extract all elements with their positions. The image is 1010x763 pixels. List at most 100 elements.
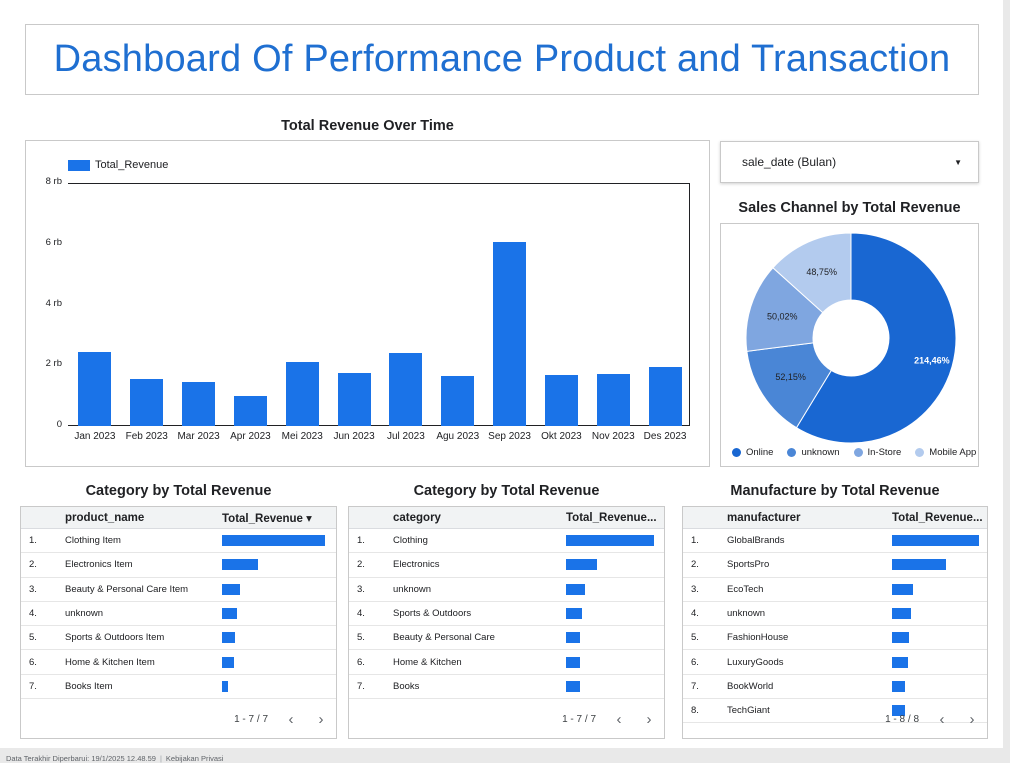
table-row[interactable]: 5. Sports & Outdoors Item — [21, 626, 336, 651]
revenue-bar-chart[interactable]: Total_Revenue 02 rb 4 rb 6 rb 8 rb Jan 2023 F… — [25, 140, 710, 467]
revenue-bar[interactable] — [285, 362, 319, 426]
row-index: 5. — [357, 632, 365, 644]
y-tick-label: 8 rb — [45, 176, 62, 187]
column-header-metric[interactable]: Total_Revenue... — [892, 512, 983, 524]
revenue-bar[interactable] — [337, 372, 371, 426]
caret-down-icon: ▼ — [954, 157, 962, 167]
row-label: SportsPro — [727, 559, 770, 571]
table-row[interactable]: 2. Electronics — [349, 553, 664, 578]
column-header-metric[interactable]: Total_Revenue... — [566, 512, 657, 524]
table-row[interactable]: 2. SportsPro — [683, 553, 987, 578]
row-index: 7. — [357, 680, 365, 692]
revenue-bar[interactable] — [130, 378, 164, 426]
legend-dot — [787, 448, 797, 457]
row-label: TechGiant — [727, 705, 770, 717]
table-title: Category by Total Revenue — [85, 483, 272, 499]
date-range-control[interactable]: sale_date (Bulan) ▼ — [720, 141, 979, 183]
table-header: manufacturer Total_Revenue... — [683, 507, 987, 529]
revenue-bar[interactable] — [493, 242, 527, 426]
table-row[interactable]: 4. unknown — [683, 602, 987, 627]
data-table[interactable]: manufacturer Total_Revenue... 1. GlobalBran… — [682, 506, 988, 739]
revenue-bar[interactable] — [233, 395, 267, 426]
table-row[interactable]: 3. EcoTech — [683, 578, 987, 602]
table-title: Manufacture by Total Revenue — [730, 483, 940, 499]
row-value-bar — [222, 559, 325, 571]
table-row[interactable]: 7. Books — [349, 675, 664, 700]
revenue-bar[interactable] — [389, 353, 423, 426]
revenue-bar[interactable] — [596, 374, 630, 426]
table-title: Category by Total Revenue — [413, 483, 600, 499]
table-row[interactable]: 1. Clothing — [349, 529, 664, 554]
chevron-right-icon[interactable]: › — [634, 711, 664, 728]
row-index: 7. — [691, 680, 699, 692]
table-row[interactable]: 1. GlobalBrands — [683, 529, 987, 554]
pie-legend-item[interactable]: Mobile App — [915, 447, 976, 458]
row-label: Beauty & Personal Care Item — [65, 583, 189, 595]
pie-svg: 214,46% 52,15% 50,02% 48,75% — [745, 232, 957, 444]
revenue-bar[interactable] — [544, 375, 578, 426]
row-value-bar — [566, 632, 654, 644]
chevron-right-icon[interactable]: › — [306, 711, 336, 728]
pager-text: 1 - 8 / 8 — [885, 714, 919, 725]
table-header: category Total_Revenue... — [349, 507, 664, 529]
row-label: Clothing — [393, 535, 428, 547]
table-row[interactable]: 6. Home & Kitchen Item — [21, 650, 336, 675]
table-row[interactable]: 3. Beauty & Personal Care Item — [21, 578, 336, 602]
pie-value-label: 214,46% — [914, 356, 950, 366]
row-label: Electronics Item — [65, 559, 133, 571]
table-row[interactable]: 6. LuxuryGoods — [683, 650, 987, 675]
column-header-metric[interactable]: Total_Revenue ▾ — [222, 511, 312, 525]
privacy-link[interactable]: Kebijakan Privasi — [166, 754, 224, 763]
pie-legend-item[interactable]: Online — [732, 447, 773, 458]
row-index: 6. — [29, 656, 37, 668]
table-row[interactable]: 5. FashionHouse — [683, 626, 987, 651]
revenue-bar[interactable] — [648, 366, 682, 426]
table-row[interactable]: 6. Home & Kitchen — [349, 650, 664, 675]
bar-fill — [566, 656, 580, 668]
row-value-bar — [222, 608, 325, 620]
revenue-bar[interactable] — [182, 381, 216, 426]
table-row[interactable]: 1. Clothing Item — [21, 529, 336, 554]
chevron-left-icon[interactable]: ‹ — [276, 711, 306, 728]
column-header-dimension[interactable]: manufacturer — [727, 512, 892, 524]
bar-legend[interactable]: Total_Revenue — [68, 159, 168, 171]
chevron-left-icon[interactable]: ‹ — [604, 711, 634, 728]
row-label: Beauty & Personal Care — [393, 632, 495, 644]
row-index: 1. — [29, 535, 37, 547]
table-row[interactable]: 2. Electronics Item — [21, 553, 336, 578]
table-row[interactable]: 7. Books Item — [21, 675, 336, 700]
sales-channel-pie-chart[interactable]: 214,46% 52,15% 50,02% 48,75% — [720, 223, 979, 467]
chevron-right-icon[interactable]: › — [957, 711, 987, 728]
column-header-dimension[interactable]: category — [393, 512, 566, 524]
revenue-bar[interactable] — [78, 351, 112, 426]
legend-dot — [853, 448, 863, 457]
data-table[interactable]: category Total_Revenue... 1. Clothing 2. Elec… — [348, 506, 665, 739]
bar-fill — [892, 656, 909, 668]
row-value-bar — [222, 535, 325, 547]
row-value-bar — [222, 583, 325, 595]
row-value-bar — [222, 656, 325, 668]
table-pager: 1 - 7 / 7 ‹ › — [562, 711, 664, 728]
row-label: Books Item — [65, 680, 113, 692]
pie-legend-item[interactable]: In-Store — [853, 447, 901, 458]
row-index: 2. — [691, 559, 699, 571]
legend-dot — [732, 448, 741, 457]
row-label: Home & Kitchen — [393, 656, 462, 668]
table-row[interactable]: 4. unknown — [21, 602, 336, 627]
pie-legend-item[interactable]: unknown — [787, 447, 840, 458]
bar-fill — [222, 535, 325, 547]
table-row[interactable]: 3. unknown — [349, 578, 664, 602]
data-table[interactable]: product_name Total_Revenue ▾ 1. Clothing It… — [20, 506, 337, 739]
pie-legend-label: Mobile App — [929, 447, 977, 458]
row-value-bar — [222, 680, 325, 692]
bar-fill — [566, 632, 581, 644]
table-row[interactable]: 5. Beauty & Personal Care — [349, 626, 664, 651]
row-index: 4. — [691, 608, 699, 620]
legend-swatch — [68, 159, 90, 171]
chevron-left-icon[interactable]: ‹ — [927, 711, 957, 728]
row-index: 1. — [691, 535, 699, 547]
table-row[interactable]: 7. BookWorld — [683, 675, 987, 700]
revenue-bar[interactable] — [441, 375, 475, 426]
table-row[interactable]: 4. Sports & Outdoors — [349, 602, 664, 627]
column-header-dimension[interactable]: product_name — [65, 512, 222, 524]
